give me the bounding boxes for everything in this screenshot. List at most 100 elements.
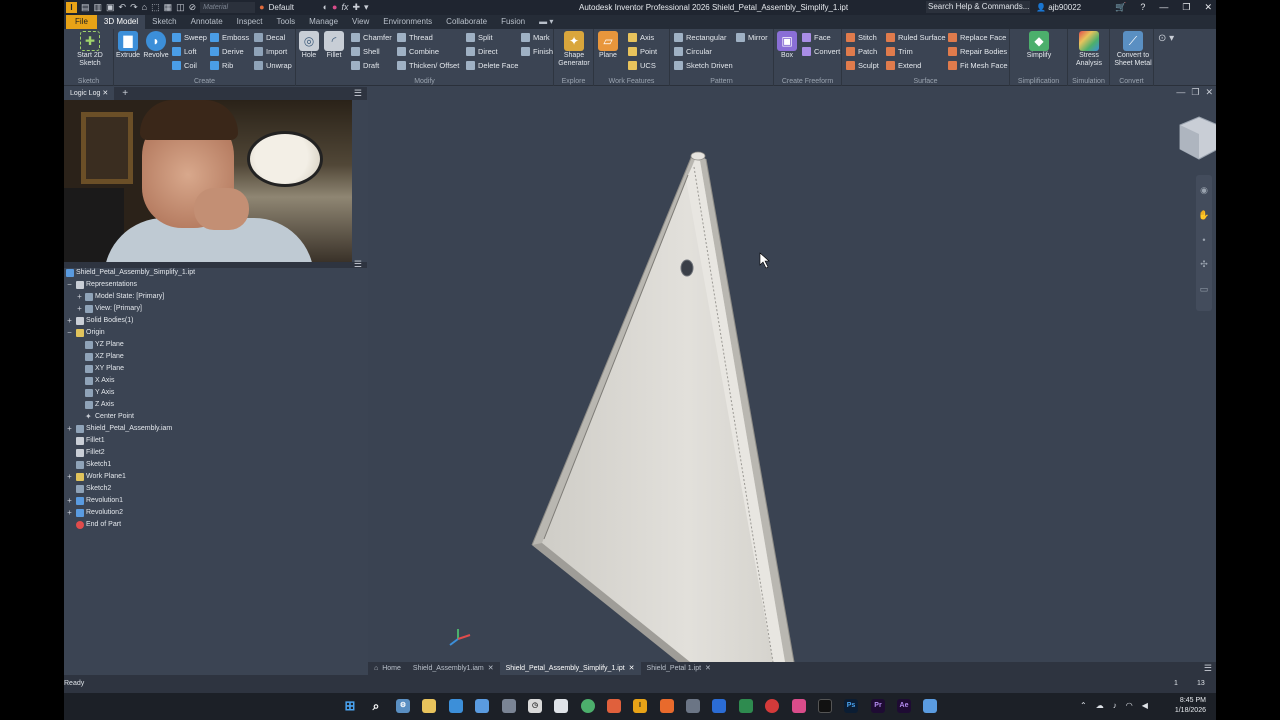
open-icon[interactable]: ▥ [94, 0, 103, 15]
tab-extra-icon[interactable]: ▬ ▾ [532, 15, 560, 29]
browser-node[interactable]: XZ Plane [64, 351, 367, 363]
sweep-button[interactable]: Sweep [172, 33, 207, 42]
browser-node[interactable]: + View: [Primary] [64, 303, 367, 315]
clear-icon[interactable]: ⊘ [189, 0, 197, 15]
browser-node[interactable]: Sketch2 [64, 483, 367, 495]
tab-tools[interactable]: Tools [269, 15, 302, 29]
chamfer-button[interactable]: Chamfer [351, 33, 392, 42]
acrobat-icon[interactable] [765, 699, 779, 713]
browser-node[interactable]: X Axis [64, 375, 367, 387]
excel-icon[interactable] [739, 699, 753, 713]
hole-button[interactable]: ◎ Hole [298, 31, 320, 60]
stitch-button[interactable]: Stitch [846, 33, 877, 42]
box-button[interactable]: ▣ Box [776, 31, 798, 60]
doc-tabs-menu-icon[interactable]: ☰ [1204, 663, 1212, 674]
split-button[interactable]: Split [466, 33, 493, 42]
instagram-icon[interactable] [792, 699, 806, 713]
thicken-offset-button[interactable]: Thicken/ Offset [397, 61, 459, 70]
undo-icon[interactable]: ↶ [119, 0, 127, 15]
simplify-button[interactable]: ◆ Simplify [1018, 31, 1060, 60]
circular-pattern-button[interactable]: Circular [674, 47, 712, 56]
finish-button[interactable]: Finish [521, 47, 553, 56]
tab-inspect[interactable]: Inspect [230, 15, 270, 29]
expand-icon[interactable]: + [66, 495, 73, 507]
select-icon[interactable]: ⬚ [151, 0, 160, 15]
browser-node[interactable]: Fillet2 [64, 447, 367, 459]
add-tab-icon[interactable]: + [122, 88, 128, 99]
wifi-icon[interactable]: ◠ [1126, 701, 1133, 710]
sketch-driven-pattern-button[interactable]: Sketch Driven [674, 61, 733, 70]
volume-icon[interactable]: ◀ [1142, 701, 1148, 710]
expand-icon[interactable]: + [66, 471, 73, 483]
help-icon[interactable]: ? [1140, 0, 1145, 15]
update-icon[interactable]: ▦ [164, 0, 173, 15]
steering-wheel-icon[interactable]: ◉ [1200, 185, 1208, 196]
calculator-icon[interactable] [502, 699, 516, 713]
inventor-taskbar-icon[interactable]: I [633, 699, 647, 713]
panel-menu-icon[interactable]: ☰ [354, 88, 362, 99]
plane-button[interactable]: ▱ Plane [596, 31, 620, 60]
group-modify-label[interactable]: Modify [296, 78, 553, 85]
home-icon[interactable]: ⌂ [142, 0, 147, 15]
import-button[interactable]: Import [254, 47, 287, 56]
inventor-logo-icon[interactable]: I [66, 2, 77, 13]
pan-icon[interactable]: ✋ [1198, 210, 1209, 221]
collapse-icon[interactable]: − [66, 327, 73, 339]
app-icon[interactable] [475, 699, 489, 713]
doc-tab-home[interactable]: ⌂ Home [368, 662, 407, 675]
browser-node[interactable]: + Model State: [Primary] [64, 291, 367, 303]
tab-fusion[interactable]: Fusion [494, 15, 532, 29]
expand-icon[interactable]: + [66, 315, 73, 327]
tab-logic-log[interactable]: Logic Log ✕ [64, 87, 115, 100]
shape-generator-button[interactable]: ✦ Shape Generator [556, 31, 592, 68]
close-doc-icon[interactable]: ✕ [629, 662, 635, 675]
emboss-button[interactable]: Emboss [210, 33, 249, 42]
fusion-icon[interactable] [660, 699, 674, 713]
shell-button[interactable]: Shell [351, 47, 380, 56]
browser-node[interactable]: + Work Plane1 [64, 471, 367, 483]
file-explorer-icon[interactable] [422, 699, 436, 713]
browser-node[interactable]: XY Plane [64, 363, 367, 375]
browser-node[interactable]: End of Part [64, 519, 367, 531]
after-effects-icon[interactable]: Ae [897, 699, 911, 713]
repair-bodies-button[interactable]: Repair Bodies [948, 47, 1007, 56]
fit-mesh-face-button[interactable]: Fit Mesh Face [948, 61, 1008, 70]
direct-button[interactable]: Direct [466, 47, 498, 56]
collapse-icon[interactable]: − [66, 279, 73, 291]
material-select[interactable]: Material [200, 2, 256, 13]
unwrap-button[interactable]: Unwrap [254, 61, 292, 70]
tray-chevron-icon[interactable]: ⌃ [1080, 701, 1087, 710]
view-cube-icon[interactable] [1179, 116, 1216, 160]
revolve-button[interactable]: ◗ Revolve [142, 31, 170, 60]
close-doc-icon[interactable]: ✕ [705, 662, 711, 675]
extend-button[interactable]: Extend [886, 61, 921, 70]
convert-to-sheet-metal-button[interactable]: ⟋ Convert to Sheet Metal [1112, 31, 1154, 68]
delete-face-button[interactable]: Delete Face [466, 61, 518, 70]
trim-button[interactable]: Trim [886, 47, 913, 56]
minimize-icon[interactable]: — [1159, 0, 1168, 15]
combine-button[interactable]: Combine [397, 47, 439, 56]
ribbon-options-icon[interactable]: ⊙ ▾ [1158, 33, 1174, 44]
tab-manage[interactable]: Manage [302, 15, 345, 29]
browser-node[interactable]: + Revolution2 [64, 507, 367, 519]
doc-tab[interactable]: Shield_Assembly1.iam ✕ [407, 662, 500, 675]
adjust-icon[interactable]: ◐ [323, 0, 328, 15]
axis-button[interactable]: Axis [628, 33, 654, 42]
group-simplification-label[interactable]: Simplification [1010, 78, 1067, 85]
file-new-icon[interactable]: ▤ [81, 0, 90, 15]
tab-environments[interactable]: Environments [376, 15, 439, 29]
replace-face-button[interactable]: Replace Face [948, 33, 1006, 42]
clock-icon[interactable]: ◷ [528, 699, 542, 713]
loft-button[interactable]: Loft [172, 47, 197, 56]
brave-icon[interactable] [607, 699, 621, 713]
close-tab-icon[interactable]: ✕ [102, 90, 108, 97]
outlook-icon[interactable] [712, 699, 726, 713]
expand-icon[interactable]: + [76, 291, 83, 303]
convert-freeform-button[interactable]: Convert [802, 47, 840, 56]
search-taskbar-icon[interactable]: ⌕ [369, 699, 383, 713]
coil-button[interactable]: Coil [172, 61, 197, 70]
chrome-icon[interactable] [581, 699, 595, 713]
doc-tab-active[interactable]: Shield_Petal_Assembly_Simplify_1.ipt ✕ [499, 662, 641, 675]
plus-icon[interactable]: ✚ [353, 0, 361, 15]
hole-feature[interactable] [680, 259, 694, 277]
